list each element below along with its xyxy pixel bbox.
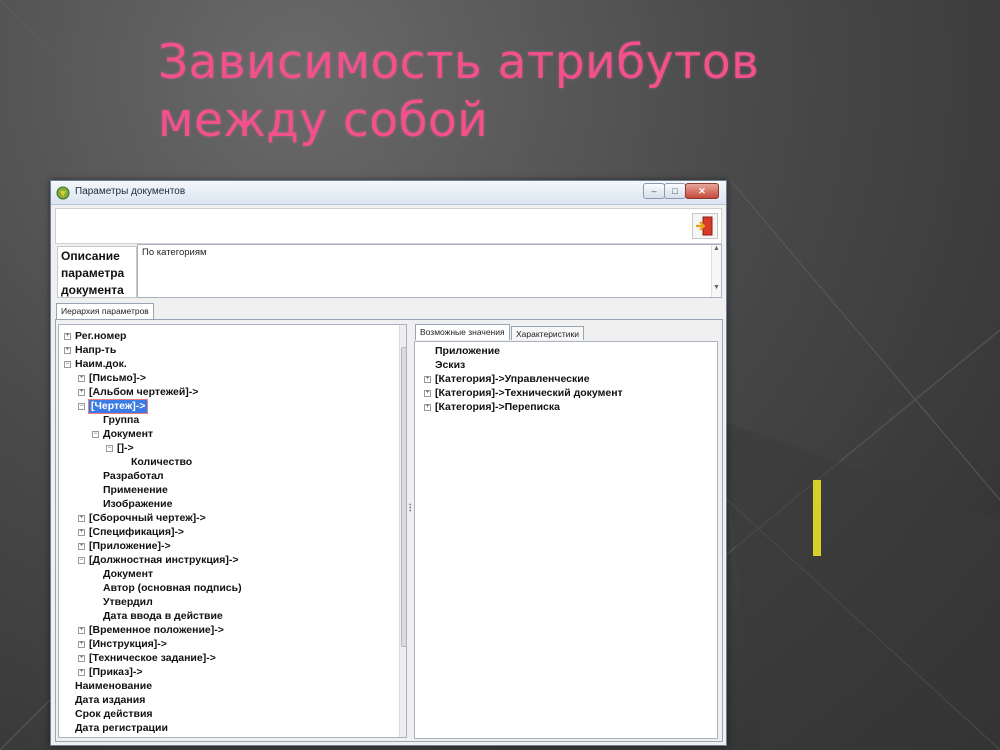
expand-icon[interactable]: + bbox=[78, 375, 85, 382]
panel-splitter[interactable]: • • • bbox=[407, 324, 414, 738]
tree-node[interactable]: Утвердил bbox=[103, 596, 153, 609]
collapse-icon[interactable]: − bbox=[64, 361, 71, 368]
document-parameters-window: Параметры документов – □ ✕ Описание пара… bbox=[50, 180, 727, 746]
value-node[interactable]: [Категория]->Управленческие bbox=[435, 373, 590, 386]
expand-icon[interactable]: + bbox=[424, 390, 431, 397]
values-tree[interactable]: Приложение Эскиз + [Категория]->Управленчес… bbox=[414, 341, 718, 739]
tree-node[interactable]: [Письмо]-> bbox=[89, 372, 146, 385]
scroll-down-icon: ▼ bbox=[713, 284, 720, 291]
tree-node[interactable]: [Спецификация]-> bbox=[89, 526, 184, 539]
tree-node[interactable]: Разработал bbox=[103, 470, 164, 483]
expand-icon[interactable]: + bbox=[64, 333, 71, 340]
value-node[interactable]: Приложение bbox=[435, 345, 500, 358]
value-node[interactable]: Эскиз bbox=[435, 359, 465, 372]
value-node[interactable]: [Категория]->Технический документ bbox=[435, 387, 623, 400]
tree-scrollbar[interactable] bbox=[399, 325, 406, 737]
expand-icon[interactable]: + bbox=[78, 389, 85, 396]
expand-icon[interactable]: + bbox=[78, 655, 85, 662]
description-scrollbar[interactable]: ▲ ▼ bbox=[711, 245, 721, 297]
tree-node[interactable]: Автор (основная подпись) bbox=[103, 582, 242, 595]
splitter-grip-icon: • • • bbox=[409, 502, 412, 515]
tree-node[interactable]: Группа bbox=[103, 414, 139, 427]
tree-node[interactable]: [Чертеж]-> bbox=[87, 399, 149, 414]
tree-node[interactable]: Документ bbox=[103, 428, 153, 441]
exit-icon bbox=[696, 216, 713, 236]
tree-node[interactable]: Дата ввода в действие bbox=[103, 610, 223, 623]
exit-button[interactable] bbox=[692, 213, 718, 239]
slide-title-line-2: между собой bbox=[158, 93, 489, 148]
expand-icon[interactable]: + bbox=[78, 669, 85, 676]
tree-node[interactable]: [Техническое задание]-> bbox=[89, 652, 216, 665]
tab-characteristics[interactable]: Характеристики bbox=[511, 326, 585, 340]
description-field[interactable]: По категориям ▲ ▼ bbox=[137, 244, 722, 298]
expand-icon[interactable]: + bbox=[64, 347, 71, 354]
tree-node[interactable]: Дата издания bbox=[75, 694, 145, 707]
slide-title-line-1: Зависимость атрибутов bbox=[158, 35, 760, 90]
collapse-icon[interactable]: − bbox=[78, 557, 85, 564]
tree-node[interactable]: Рег.номер bbox=[75, 330, 126, 343]
tree-node[interactable]: [Альбом чертежей]-> bbox=[89, 386, 198, 399]
close-button[interactable]: ✕ bbox=[685, 183, 719, 199]
window-title: Параметры документов bbox=[75, 186, 186, 197]
expand-icon[interactable]: + bbox=[78, 627, 85, 634]
collapse-icon[interactable]: − bbox=[92, 431, 99, 438]
tree-node[interactable]: [Приложение]-> bbox=[89, 540, 171, 553]
maximize-button[interactable]: □ bbox=[664, 183, 686, 199]
scroll-up-icon: ▲ bbox=[713, 245, 720, 252]
tree-node[interactable]: Наименование bbox=[75, 680, 152, 693]
app-icon bbox=[56, 186, 70, 200]
tree-node[interactable]: Изображение bbox=[103, 498, 172, 511]
toolbar bbox=[55, 208, 722, 244]
description-value: По категориям bbox=[142, 247, 207, 258]
accent-bar bbox=[813, 480, 821, 556]
tree-node[interactable]: [Временное положение]-> bbox=[89, 624, 224, 637]
tree-node[interactable]: Количество bbox=[131, 456, 192, 469]
tree-node[interactable]: Дата регистрации bbox=[75, 722, 168, 735]
expand-icon[interactable]: + bbox=[424, 404, 431, 411]
tree-node[interactable]: [Инструкция]-> bbox=[89, 638, 167, 651]
expand-icon[interactable]: + bbox=[78, 515, 85, 522]
expand-icon[interactable]: + bbox=[78, 529, 85, 536]
collapse-icon[interactable]: − bbox=[106, 445, 113, 452]
tree-node[interactable]: Срок действия bbox=[75, 708, 153, 721]
slide-title: Зависимость атрибутов между собой bbox=[158, 34, 958, 150]
collapse-icon[interactable]: − bbox=[78, 403, 85, 410]
tree-node[interactable]: [Должностная инструкция]-> bbox=[89, 554, 239, 567]
description-label: Описание параметра документа bbox=[57, 246, 137, 298]
tree-node[interactable]: []-> bbox=[117, 442, 134, 455]
expand-icon[interactable]: + bbox=[424, 376, 431, 383]
value-node[interactable]: [Категория]->Переписка bbox=[435, 401, 560, 414]
tree-node[interactable]: [Приказ]-> bbox=[89, 666, 142, 679]
tree-node[interactable]: Документ bbox=[103, 568, 153, 581]
tree-node[interactable]: [Сборочный чертеж]-> bbox=[89, 512, 206, 525]
tree-node[interactable]: Напр-ть bbox=[75, 344, 116, 357]
parameter-tree[interactable]: + Рег.номер + Напр-ть − Наим.док. + [Письмо]-> +… bbox=[58, 324, 407, 738]
expand-icon[interactable]: + bbox=[78, 641, 85, 648]
expand-icon[interactable]: + bbox=[78, 543, 85, 550]
title-bar[interactable]: Параметры документов – □ ✕ bbox=[51, 181, 726, 205]
tree-node[interactable]: Применение bbox=[103, 484, 168, 497]
tree-node[interactable]: Наим.док. bbox=[75, 358, 127, 371]
tab-hierarchy[interactable]: Иерархия параметров bbox=[56, 303, 154, 319]
minimize-button[interactable]: – bbox=[643, 183, 665, 199]
tab-possible-values[interactable]: Возможные значения bbox=[415, 324, 510, 340]
